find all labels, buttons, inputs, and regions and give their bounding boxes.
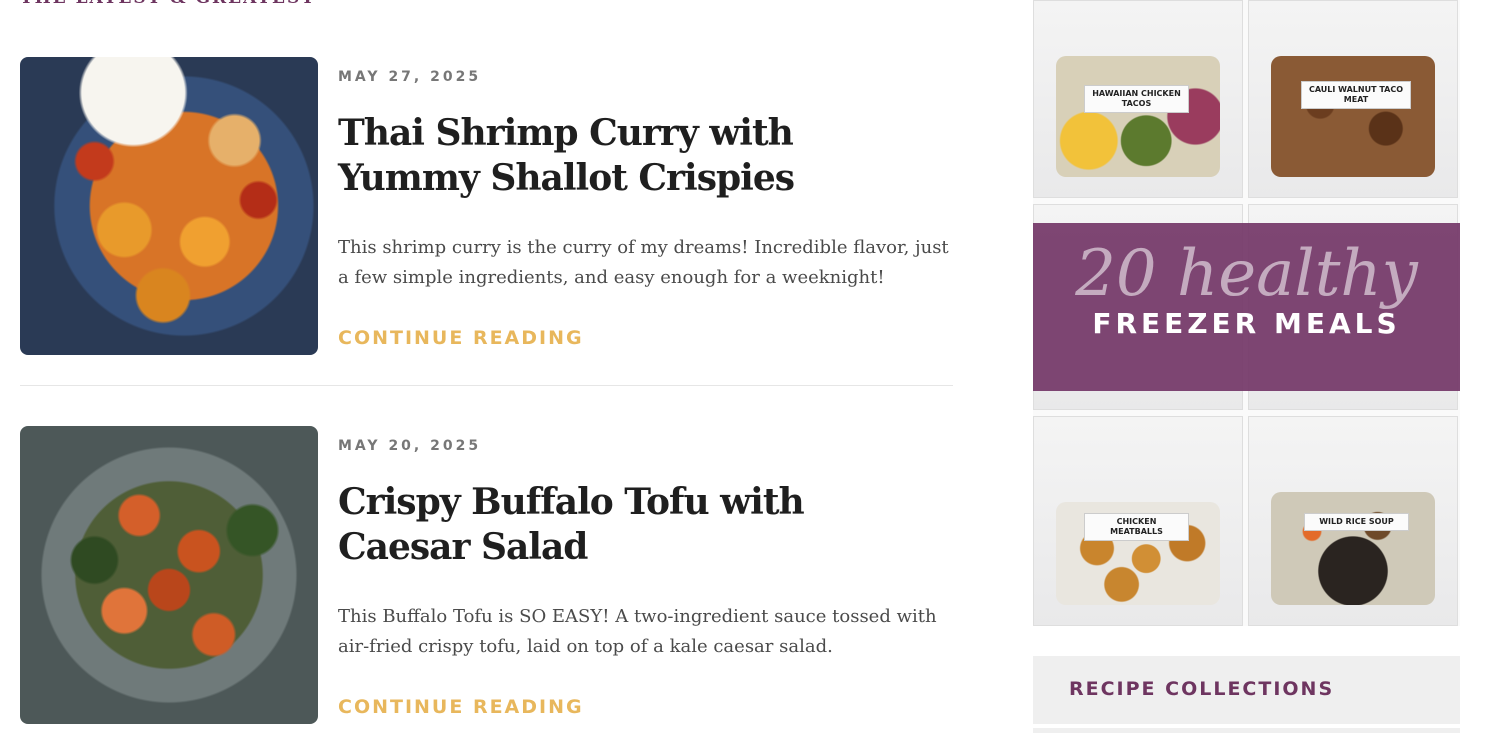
freezer-bag-image: HAWAIIAN CHICKEN TACOS <box>1033 0 1243 198</box>
freezer-bag-image: CHICKEN MEATBALLS <box>1033 416 1243 626</box>
bag-label: WILD RICE SOUP <box>1304 513 1409 531</box>
bag-label: HAWAIIAN CHICKEN TACOS <box>1084 85 1189 113</box>
recipe-collections-widget: RECIPE COLLECTIONS <box>1033 656 1460 724</box>
continue-reading-link[interactable]: CONTINUE READING <box>338 327 584 349</box>
promo-banner: 20 healthy FREEZER MEALS <box>1033 223 1460 391</box>
freezer-bag-image: CAULI WALNUT TACO MEAT <box>1248 0 1458 198</box>
post-thumbnail[interactable] <box>20 426 318 724</box>
collections-list-edge <box>1033 728 1460 733</box>
promo-title: FREEZER MEALS <box>1092 307 1401 340</box>
section-heading: THE LATEST & GREATEST <box>20 0 316 8</box>
bag-label: CHICKEN MEATBALLS <box>1084 513 1189 541</box>
post-title[interactable]: Thai Shrimp Curry with Yummy Shallot Cri… <box>338 111 908 201</box>
post-date: MAY 27, 2025 <box>338 69 482 85</box>
promo-script-text: 20 healthy <box>1075 237 1418 311</box>
post-date: MAY 20, 2025 <box>338 438 482 454</box>
post-thumbnail[interactable] <box>20 57 318 355</box>
post-excerpt: This Buffalo Tofu is SO EASY! A two-ingr… <box>338 606 937 657</box>
post-excerpt: This shrimp curry is the curry of my dre… <box>338 237 949 288</box>
freezer-bag-image: WILD RICE SOUP <box>1248 416 1458 626</box>
post-divider <box>20 385 953 386</box>
recipe-collections-heading: RECIPE COLLECTIONS <box>1069 678 1335 700</box>
freezer-meals-promo[interactable]: HAWAIIAN CHICKEN TACOS CAULI WALNUT TACO… <box>1033 0 1460 626</box>
post-title[interactable]: Crispy Buffalo Tofu with Caesar Salad <box>338 480 908 570</box>
bag-label: CAULI WALNUT TACO MEAT <box>1301 81 1411 109</box>
continue-reading-link[interactable]: CONTINUE READING <box>338 696 584 718</box>
